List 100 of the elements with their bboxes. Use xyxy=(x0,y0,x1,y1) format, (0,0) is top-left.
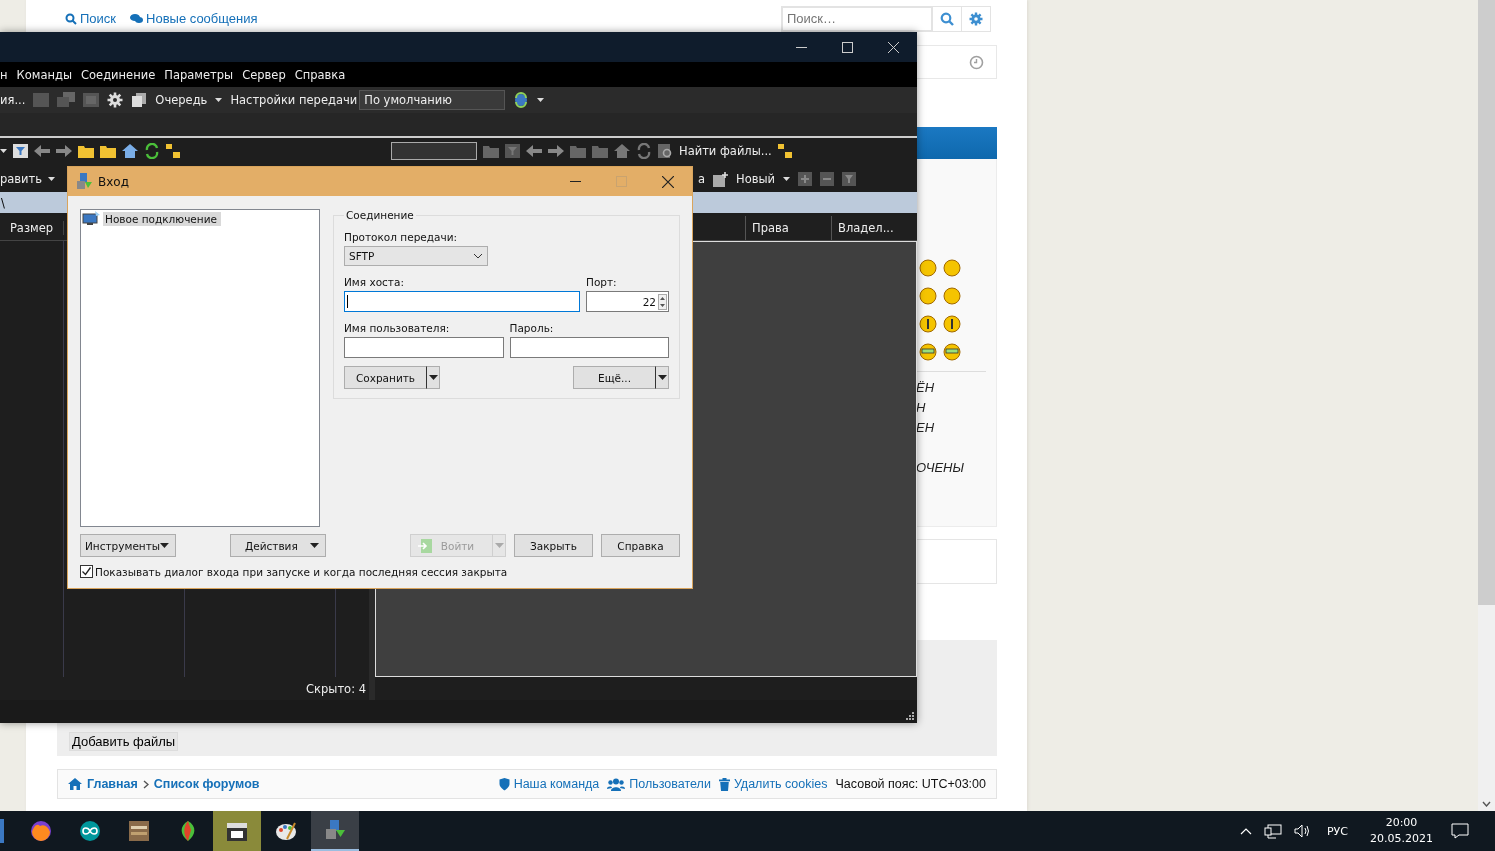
users-icon xyxy=(607,777,626,791)
computers-icon xyxy=(324,819,346,841)
smiley-icon[interactable] xyxy=(919,315,937,333)
spinner-icon[interactable] xyxy=(658,293,667,310)
arrow-right-icon[interactable] xyxy=(548,145,564,157)
gear-icon[interactable] xyxy=(107,92,124,108)
smiley-icon[interactable] xyxy=(943,315,961,333)
arrow-left-icon[interactable] xyxy=(526,145,542,157)
infinity-icon xyxy=(79,820,101,842)
menu-item[interactable]: Справка xyxy=(294,67,346,82)
checkbox-label[interactable]: Показывать диалог входа при запуске и когда последняя сессия закрыта xyxy=(95,565,508,578)
menu-item[interactable]: Команды xyxy=(16,67,72,82)
arrow-right-icon[interactable] xyxy=(56,145,72,157)
more-button[interactable]: Ещё... xyxy=(573,366,655,389)
documents-icon[interactable] xyxy=(131,92,148,108)
breadcrumb-link[interactable]: Главная xyxy=(87,777,138,791)
tree-icon[interactable] xyxy=(166,144,180,158)
nav-link[interactable]: Поиск xyxy=(65,11,117,26)
clapperboard-icon xyxy=(226,820,248,842)
refresh-icon[interactable] xyxy=(144,143,160,159)
network-icon[interactable] xyxy=(1264,823,1282,839)
toolbar-button[interactable]: ия... xyxy=(0,93,26,107)
maximize-button[interactable] xyxy=(842,41,853,53)
attach-files-button[interactable]: Добавить файлы xyxy=(69,732,179,751)
close-button[interactable] xyxy=(662,175,674,188)
menu-item[interactable]: Соединение xyxy=(81,67,156,82)
window-icon[interactable] xyxy=(83,93,100,107)
caret-icon[interactable] xyxy=(537,98,545,102)
caret-icon[interactable] xyxy=(783,177,791,181)
dropdown-button[interactable] xyxy=(655,366,669,389)
drive-dropdown[interactable] xyxy=(391,142,477,160)
home-icon[interactable] xyxy=(68,778,82,790)
transfer-preset-dropdown[interactable]: По умолчанию xyxy=(359,90,506,110)
site-list[interactable]: Новое подключение xyxy=(80,209,320,527)
computers-icon[interactable] xyxy=(57,92,76,108)
startup-checkbox[interactable] xyxy=(80,565,93,578)
edit-button[interactable]: равить xyxy=(0,172,43,186)
breadcrumb-link[interactable]: Список форумов xyxy=(153,777,260,791)
speaker-icon[interactable] xyxy=(1294,824,1311,838)
clock-date[interactable]: 20.05.2021 xyxy=(1370,831,1433,847)
home-icon[interactable] xyxy=(122,144,138,158)
site-item[interactable]: Новое подключение xyxy=(103,212,221,226)
new-button[interactable]: Новый xyxy=(736,172,776,186)
password-field[interactable] xyxy=(509,337,669,358)
language-indicator[interactable]: РУС xyxy=(1327,824,1348,838)
refresh-icon[interactable] xyxy=(636,143,652,159)
caret-icon[interactable] xyxy=(48,177,56,181)
save-button[interactable]: Сохранить xyxy=(344,366,426,389)
sync-icon[interactable] xyxy=(513,92,530,108)
search-icon xyxy=(65,12,77,25)
footer-link[interactable]: Наша команда xyxy=(513,777,600,791)
port-field[interactable]: 22 xyxy=(586,291,669,312)
clock-time[interactable]: 20:00 xyxy=(1385,815,1418,831)
column-header[interactable]: Права xyxy=(745,216,831,240)
column-header[interactable]: Размер xyxy=(0,221,64,235)
taskbar-button[interactable] xyxy=(213,811,261,851)
filter-icon[interactable] xyxy=(13,144,28,158)
scrollbar-thumb[interactable] xyxy=(1478,0,1495,605)
caret-icon xyxy=(657,375,667,380)
nav-link[interactable]: Новые сообщения xyxy=(130,11,258,26)
new-file-icon[interactable] xyxy=(713,171,729,187)
menu-item[interactable]: Сервер xyxy=(242,67,286,82)
caret-icon xyxy=(160,543,169,548)
username-field[interactable] xyxy=(344,337,504,358)
find-files-button[interactable]: Найти файлы... xyxy=(679,144,772,158)
chevron-down-icon xyxy=(473,253,483,259)
menu-item[interactable]: Параметры xyxy=(164,67,234,82)
minus-icon[interactable] xyxy=(820,172,835,186)
dropdown-button[interactable] xyxy=(426,366,440,389)
queue-button[interactable]: Очередь xyxy=(155,93,208,107)
caret-icon xyxy=(494,543,504,548)
arrow-down-icon[interactable] xyxy=(1482,801,1491,807)
footer-link[interactable]: Удалить cookies xyxy=(733,777,828,791)
arrow-left-icon[interactable] xyxy=(34,145,50,157)
tools-button[interactable]: Инструменты xyxy=(80,534,176,557)
menu-item[interactable]: н xyxy=(0,67,8,82)
filter-icon[interactable] xyxy=(842,172,857,186)
home-icon[interactable] xyxy=(614,144,630,158)
find-icon[interactable] xyxy=(658,143,673,159)
host-field[interactable] xyxy=(344,291,580,312)
protocol-dropdown[interactable]: SFTP xyxy=(344,246,488,266)
chevron-up-icon[interactable] xyxy=(1240,827,1252,835)
column-header[interactable]: Владел... xyxy=(831,216,917,240)
taskbar-edge xyxy=(0,819,4,843)
plus-icon[interactable] xyxy=(798,172,813,186)
actions-button[interactable]: Действия xyxy=(230,534,326,557)
caret-icon[interactable] xyxy=(0,149,7,153)
footer-link[interactable]: Пользователи xyxy=(629,777,711,791)
scrollbar[interactable] xyxy=(1478,0,1495,811)
dialog-button[interactable]: Справка xyxy=(601,534,680,557)
group-title: Соединение xyxy=(345,209,415,221)
resize-grip-icon[interactable] xyxy=(905,711,914,720)
toolbar-button[interactable]: а xyxy=(698,172,706,186)
tree-icon[interactable] xyxy=(777,144,792,158)
dialog-button[interactable]: Закрыть xyxy=(514,534,593,557)
search-field[interactable]: Поиск… xyxy=(782,6,932,31)
caret-icon[interactable] xyxy=(215,98,223,102)
fox-globe-icon xyxy=(30,820,52,842)
notification-icon[interactable] xyxy=(1451,823,1469,839)
trash-icon xyxy=(718,777,730,791)
